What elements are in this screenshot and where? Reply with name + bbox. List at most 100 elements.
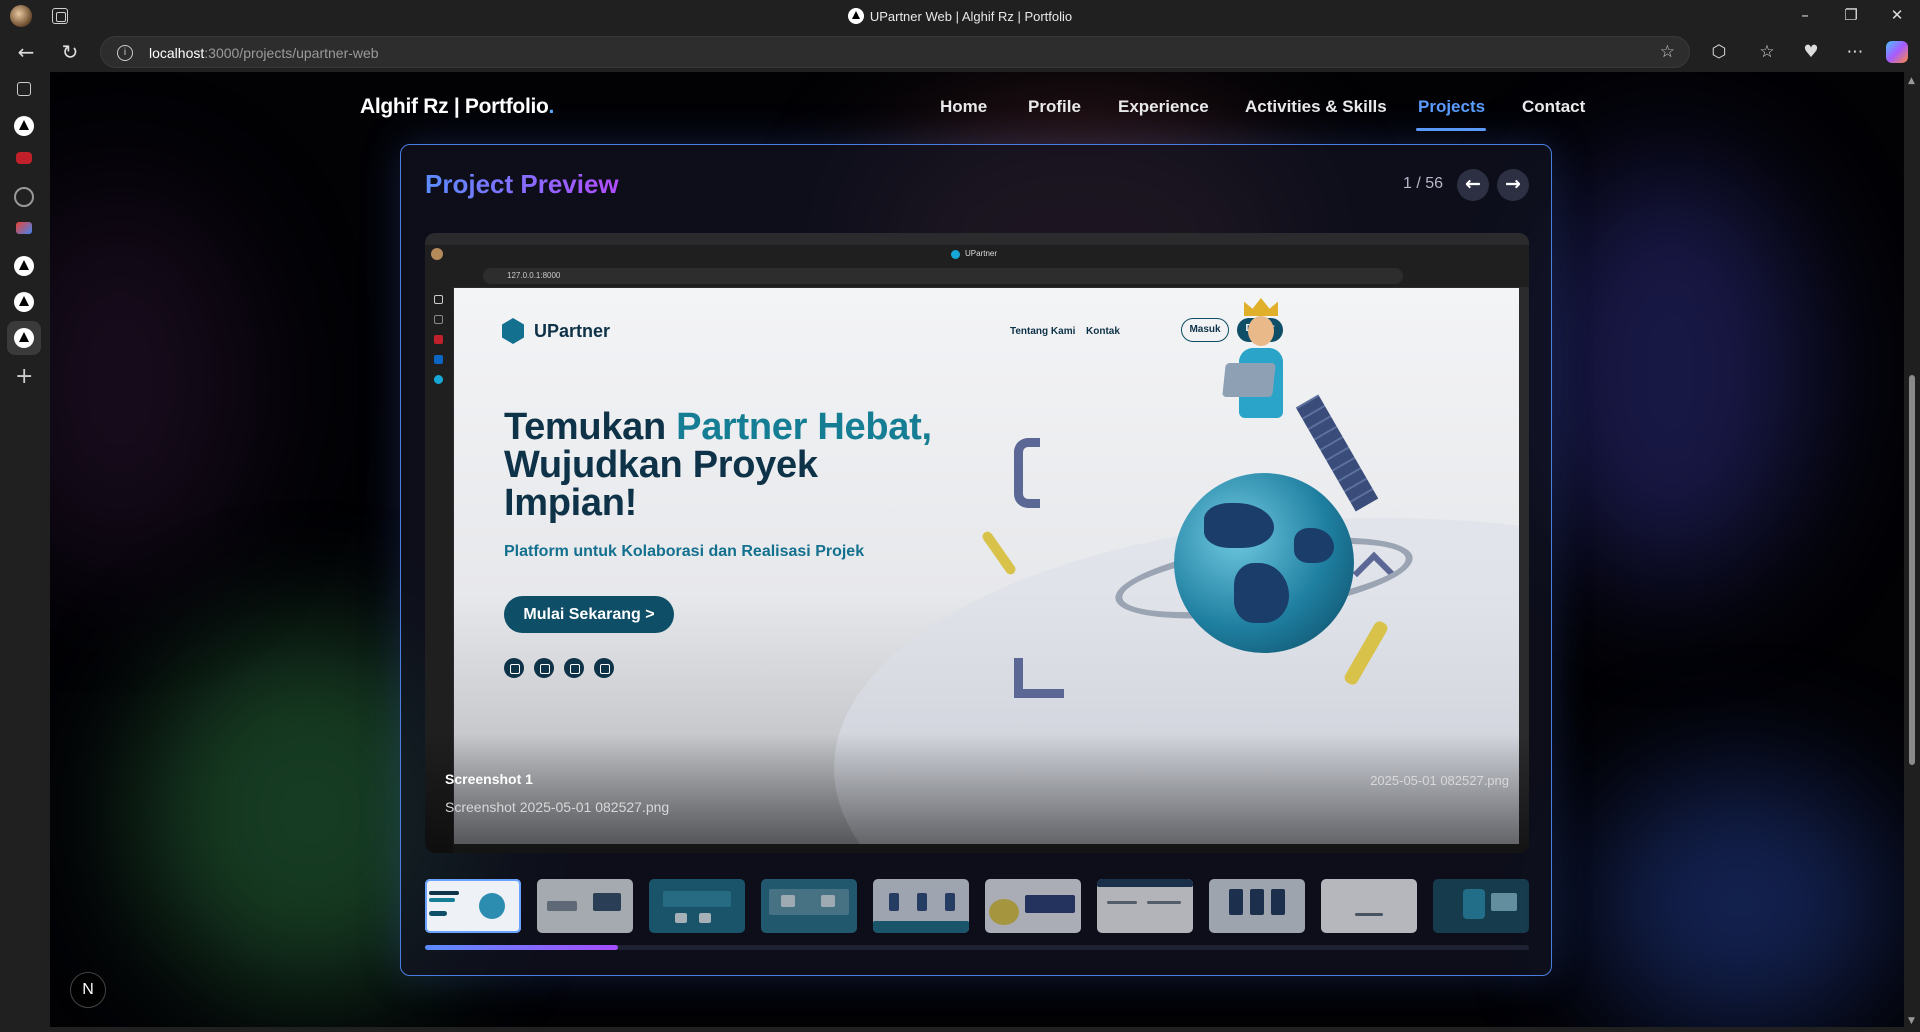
screenshot-preview[interactable]: UPartner 127.0.0.1:8000 UPartner Tentang… <box>425 233 1529 853</box>
nav-activities-skills[interactable]: Activities & Skills <box>1245 97 1387 117</box>
embedded-tab-icon <box>434 335 443 344</box>
caption-title: Screenshot 1 <box>445 771 533 787</box>
upartner-nav-about: Tentang Kami <box>1010 326 1076 337</box>
slide-counter: 1 / 56 <box>1403 175 1444 192</box>
scroll-up-icon[interactable]: ▲ <box>1908 76 1915 86</box>
tab-gmail-icon[interactable] <box>16 222 32 234</box>
embedded-address-row: 127.0.0.1:8000 <box>425 265 1529 287</box>
url-text[interactable]: localhost:3000/projects/upartner-web <box>149 45 379 61</box>
nav-profile[interactable]: Profile <box>1028 97 1081 117</box>
restore-button[interactable]: ❐ <box>1836 6 1866 24</box>
thumbnail-2[interactable] <box>537 879 633 933</box>
illustration-person-head <box>1248 316 1274 346</box>
thumbnail-7[interactable] <box>1097 879 1193 933</box>
thumbnail-scroll-progress[interactable] <box>425 945 619 950</box>
linkedin-icon <box>594 658 614 678</box>
extensions-icon[interactable]: ⬡ <box>1708 41 1730 63</box>
bg-glow <box>1530 162 1810 582</box>
upartner-cta-button: Mulai Sekarang > <box>504 596 674 633</box>
arrow-right-icon: → <box>1505 173 1521 195</box>
thumbnail-strip[interactable] <box>425 879 1529 933</box>
favorite-star-icon[interactable]: ☆ <box>1660 42 1675 62</box>
nextjs-favicon-icon <box>847 8 864 24</box>
upartner-subtitle: Platform untuk Kolaborasi dan Realisasi … <box>504 543 865 560</box>
page-scrollbar[interactable]: ▲ ▼ <box>1904 72 1920 1032</box>
url-path: :3000/projects/upartner-web <box>204 45 379 61</box>
illustration-laptop <box>1222 363 1276 397</box>
nav-home[interactable]: Home <box>940 97 987 117</box>
tab-nextjs-active-icon[interactable] <box>14 328 34 348</box>
thumbnail-1[interactable] <box>425 879 521 933</box>
instagram-icon <box>564 658 584 678</box>
window-title-text: UPartner Web | Alghif Rz | Portfolio <box>869 9 1073 24</box>
thumbnail-10[interactable] <box>1433 879 1529 933</box>
copilot-icon[interactable] <box>1886 41 1908 63</box>
thumbnail-3[interactable] <box>649 879 745 933</box>
refresh-icon[interactable]: ↻ <box>58 40 82 64</box>
tab-youtube-icon[interactable] <box>16 152 32 164</box>
project-preview-card: Project Preview 1 / 56 ← → UPartner 127.… <box>400 144 1552 976</box>
nav-experience[interactable]: Experience <box>1118 97 1209 117</box>
illustration-globe <box>1174 473 1354 653</box>
thumbnail-6[interactable] <box>985 879 1081 933</box>
next-slide-button[interactable]: → <box>1497 169 1529 201</box>
thumbnail-9[interactable] <box>1321 879 1417 933</box>
illustration-angle <box>1014 658 1064 698</box>
thumbnail-scroll-track[interactable] <box>425 945 1529 950</box>
browser-toolbar: ← ↻ i localhost:3000/projects/upartner-w… <box>0 32 1920 72</box>
favorites-icon[interactable]: ☆ <box>1756 41 1778 63</box>
minimize-button[interactable]: – <box>1790 6 1820 24</box>
embedded-browser-titlebar: UPartner <box>425 245 1529 265</box>
thumbnail-8[interactable] <box>1209 879 1305 933</box>
bg-glow <box>1590 772 1890 1027</box>
back-icon[interactable]: ← <box>14 40 38 64</box>
nav-contact[interactable]: Contact <box>1522 97 1585 117</box>
globe-continent <box>1234 563 1289 623</box>
preview-title: Project Preview <box>425 169 619 199</box>
headline-part: Wujudkan Proyek <box>504 444 818 486</box>
logo-dot: . <box>548 95 555 118</box>
embedded-url: 127.0.0.1:8000 <box>483 268 1403 284</box>
browser-titlebar: UPartner Web | Alghif Rz | Portfolio – ❐… <box>0 0 1920 32</box>
address-bar[interactable]: i localhost:3000/projects/upartner-web ☆ <box>100 36 1690 68</box>
logo-text: Alghif Rz | Portfolio <box>360 95 549 118</box>
headline-part: Partner Hebat, <box>676 406 932 448</box>
portfolio-logo[interactable]: Alghif Rz | Portfolio. <box>360 95 554 119</box>
tab-nextjs-icon[interactable] <box>14 292 34 312</box>
close-window-button[interactable]: ✕ <box>1882 6 1912 24</box>
new-tab-icon[interactable]: + <box>15 364 33 389</box>
tab-chrome-icon[interactable] <box>14 187 34 207</box>
thumbnail-4[interactable] <box>761 879 857 933</box>
window-title: UPartner Web | Alghif Rz | Portfolio <box>0 8 1920 24</box>
nav-active-underline <box>1416 128 1486 131</box>
headline-part: Temukan <box>504 406 677 448</box>
headline-part: Impian! <box>504 482 638 524</box>
prev-slide-button[interactable]: ← <box>1457 169 1489 201</box>
scrollbar-thumb[interactable] <box>1909 375 1915 765</box>
globe-continent <box>1204 503 1274 548</box>
upartner-nav-contact: Kontak <box>1086 326 1120 337</box>
url-host: localhost <box>149 45 205 61</box>
upartner-login-button: Masuk <box>1181 318 1229 342</box>
scroll-down-icon[interactable]: ▼ <box>1908 1016 1915 1026</box>
thumbnail-5[interactable] <box>873 879 969 933</box>
nextjs-devtools-badge[interactable]: N <box>70 972 106 1008</box>
nav-projects[interactable]: Projects <box>1418 97 1485 117</box>
site-info-icon[interactable]: i <box>117 45 133 61</box>
embedded-tab-icon <box>434 295 443 304</box>
embedded-avatar <box>431 248 443 260</box>
more-menu-icon[interactable]: ⋯ <box>1844 41 1866 63</box>
tab-nextjs-icon[interactable] <box>14 116 34 136</box>
illustration-pencil <box>980 529 1018 577</box>
upartner-logo-icon <box>502 318 524 344</box>
illustration-bracket <box>1014 438 1040 508</box>
tab-nextjs-icon[interactable] <box>14 256 34 276</box>
embedded-tab-icon <box>434 315 443 324</box>
illustration-crown <box>1244 298 1278 316</box>
arrow-left-icon: ← <box>1465 173 1481 195</box>
embedded-tab-icon <box>434 375 443 384</box>
bg-glow <box>50 192 250 572</box>
tab-list-icon[interactable] <box>17 82 31 96</box>
caption-filename: Screenshot 2025-05-01 082527.png <box>445 799 670 815</box>
browser-essentials-icon[interactable]: ♥ <box>1800 41 1822 63</box>
